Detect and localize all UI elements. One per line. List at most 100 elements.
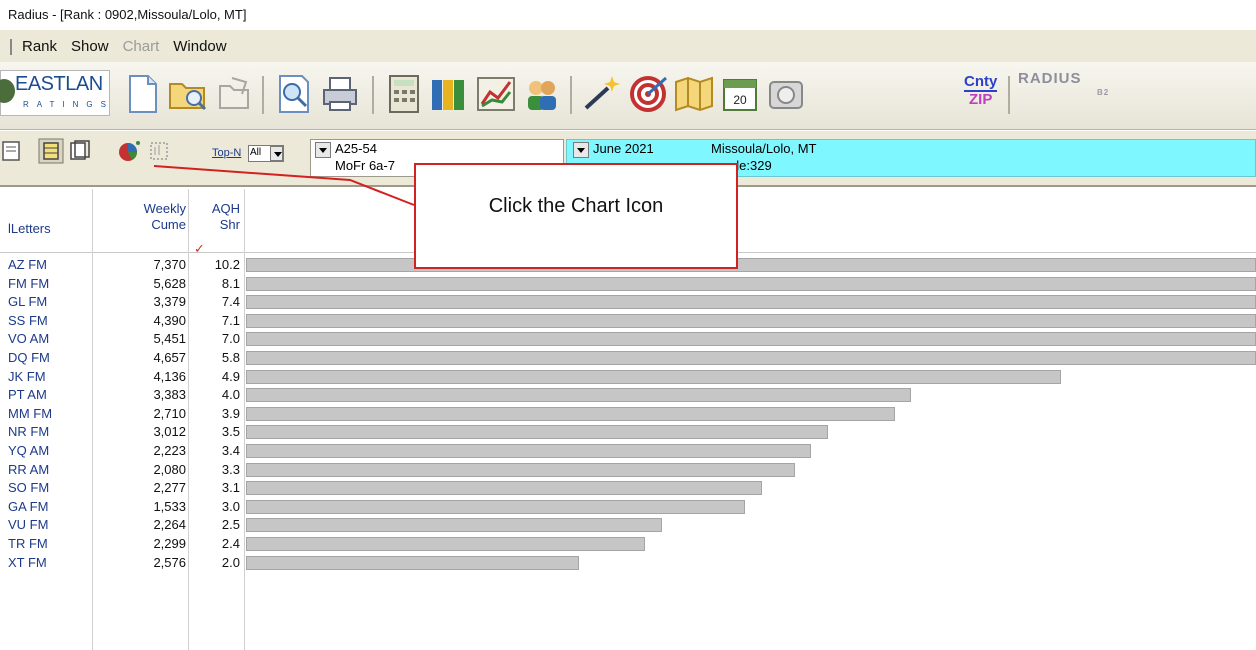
menu-rank[interactable]: Rank xyxy=(22,38,57,62)
menu-bar: Rank Show Chart Window xyxy=(0,30,1256,62)
share-bar xyxy=(246,444,812,458)
share-bar xyxy=(246,518,662,533)
call-letters-cell: PT AM xyxy=(8,387,47,403)
target-icon[interactable] xyxy=(626,72,670,116)
call-letters-cell: YQ AM xyxy=(8,443,50,458)
share-bar xyxy=(246,388,912,403)
share-bar xyxy=(246,481,762,496)
table-row[interactable]: VO AM 5,451 7.0 xyxy=(0,330,1256,348)
call-letters-cell: DQ FM xyxy=(8,350,50,365)
column-header-aqh-share[interactable]: AQH Shr xyxy=(190,201,240,233)
call-letters-cell: AZ FM xyxy=(8,257,47,272)
weekly-cume-cell: 2,080 xyxy=(153,461,186,477)
weekly-cume-cell: 2,223 xyxy=(153,443,186,458)
aqh-share-cell: 8.1 xyxy=(221,275,240,291)
table-row[interactable]: MM FM 2,710 3.9 xyxy=(0,405,1256,423)
call-letters-cell: VU FM xyxy=(8,517,49,533)
globe-icon xyxy=(0,79,15,103)
main-toolbar: EASTLAN RATINGS 20 Cnty ZIP RADIUS B2 xyxy=(0,62,1256,130)
table-row[interactable]: GA FM 1,533 3.0 xyxy=(0,498,1256,516)
calculator-icon[interactable] xyxy=(382,72,426,116)
table-row[interactable]: VU FM 2,264 2.5 xyxy=(0,516,1256,534)
call-letters-cell: MM FM xyxy=(8,405,53,421)
map-icon[interactable] xyxy=(672,72,716,116)
document-view-icon[interactable] xyxy=(0,138,26,164)
toolbar-separator xyxy=(262,76,264,114)
call-letters-cell: GL FM xyxy=(8,294,48,310)
instruction-callout: Click the Chart Icon xyxy=(414,163,738,269)
share-bar xyxy=(246,258,1256,272)
open-folder-icon[interactable] xyxy=(166,72,210,116)
table-row[interactable]: PT AM 3,383 4.0 xyxy=(0,386,1256,404)
call-letters-cell: XT FM xyxy=(8,554,47,570)
table-row[interactable]: SS FM 4,390 7.1 xyxy=(0,312,1256,330)
share-bar xyxy=(246,555,579,570)
menu-separator xyxy=(10,39,12,55)
call-letters-cell: NR FM xyxy=(8,424,50,440)
weekly-cume-cell: 2,710 xyxy=(153,405,186,421)
new-document-icon[interactable] xyxy=(120,72,164,116)
topn-select[interactable]: All xyxy=(248,145,284,162)
eastlan-logo: EASTLAN RATINGS xyxy=(0,70,110,116)
calendar-icon[interactable]: 20 xyxy=(718,72,762,116)
toolbar-separator xyxy=(1008,76,1010,114)
call-letters-cell: SS FM xyxy=(8,312,48,328)
chart-icon[interactable] xyxy=(116,138,142,164)
call-letters-cell: TR FM xyxy=(8,536,48,551)
table-row[interactable]: XT FM 2,576 2.0 xyxy=(0,554,1256,572)
share-bar xyxy=(246,351,1256,365)
book-icon[interactable] xyxy=(428,72,472,116)
share-bar xyxy=(246,369,1061,384)
column-header-call-letters[interactable]: lLetters xyxy=(8,221,51,236)
phone-icon[interactable] xyxy=(764,72,808,116)
share-bar xyxy=(246,276,1256,291)
menu-window[interactable]: Window xyxy=(173,38,226,62)
table-row[interactable]: YQ AM 2,223 3.4 xyxy=(0,442,1256,460)
line-chart-icon[interactable] xyxy=(474,72,518,116)
print-icon[interactable] xyxy=(318,72,362,116)
aqh-share-cell: 3.4 xyxy=(221,443,240,458)
call-letters-cell: JK FM xyxy=(8,368,46,384)
table-row[interactable]: RR AM 2,080 3.3 xyxy=(0,461,1256,479)
call-letters-cell: VO AM xyxy=(8,331,50,347)
list-view-icon[interactable] xyxy=(66,138,92,164)
market-value: Missoula/Lolo, MT xyxy=(711,141,817,156)
table-row[interactable]: TR FM 2,299 2.4 xyxy=(0,535,1256,553)
aqh-share-cell: 3.1 xyxy=(221,480,240,496)
aqh-share-cell: 7.0 xyxy=(221,331,240,347)
radius-logo: RADIUS B2 xyxy=(1018,70,1110,97)
weekly-cume-cell: 2,299 xyxy=(153,536,186,551)
table-row[interactable]: DQ FM 4,657 5.8 xyxy=(0,349,1256,367)
magic-wand-icon[interactable] xyxy=(580,72,624,116)
aqh-share-cell: 3.5 xyxy=(221,424,240,440)
find-icon[interactable] xyxy=(272,72,316,116)
table-row[interactable]: JK FM 4,136 4.9 xyxy=(0,368,1256,386)
menu-show[interactable]: Show xyxy=(71,38,109,62)
chevron-down-icon[interactable] xyxy=(573,142,589,158)
people-icon[interactable] xyxy=(520,72,564,116)
weekly-cume-cell: 1,533 xyxy=(153,498,186,514)
weekly-cume-cell: 2,277 xyxy=(153,480,186,496)
table-row[interactable]: FM FM 5,628 8.1 xyxy=(0,275,1256,293)
aqh-share-cell: 5.8 xyxy=(221,350,240,365)
aqh-share-cell: 2.0 xyxy=(221,554,240,570)
table-row[interactable]: SO FM 2,277 3.1 xyxy=(0,479,1256,497)
chevron-down-icon[interactable] xyxy=(270,146,283,161)
open-file-icon[interactable] xyxy=(212,72,256,116)
aqh-share-cell: 10.2 xyxy=(214,257,240,272)
column-header-weekly-cume[interactable]: Weekly Cume xyxy=(100,201,186,233)
aqh-share-cell: 2.4 xyxy=(221,536,240,551)
table-row[interactable]: NR FM 3,012 3.5 xyxy=(0,423,1256,441)
weekly-cume-cell: 3,012 xyxy=(153,424,186,440)
chart-config-icon[interactable] xyxy=(146,138,172,164)
svg-text:20: 20 xyxy=(733,93,747,107)
table-row[interactable]: GL FM 3,379 7.4 xyxy=(0,293,1256,311)
cnty-zip-icon[interactable]: Cnty ZIP xyxy=(964,74,998,108)
chevron-down-icon[interactable] xyxy=(315,142,331,158)
weekly-cume-cell: 2,264 xyxy=(153,517,186,533)
toolbar-separator xyxy=(570,76,572,114)
topn-label: Top-N xyxy=(212,147,242,159)
share-bar xyxy=(246,499,745,514)
period-value: June 2021 xyxy=(593,141,654,156)
table-view-icon[interactable] xyxy=(38,138,64,164)
